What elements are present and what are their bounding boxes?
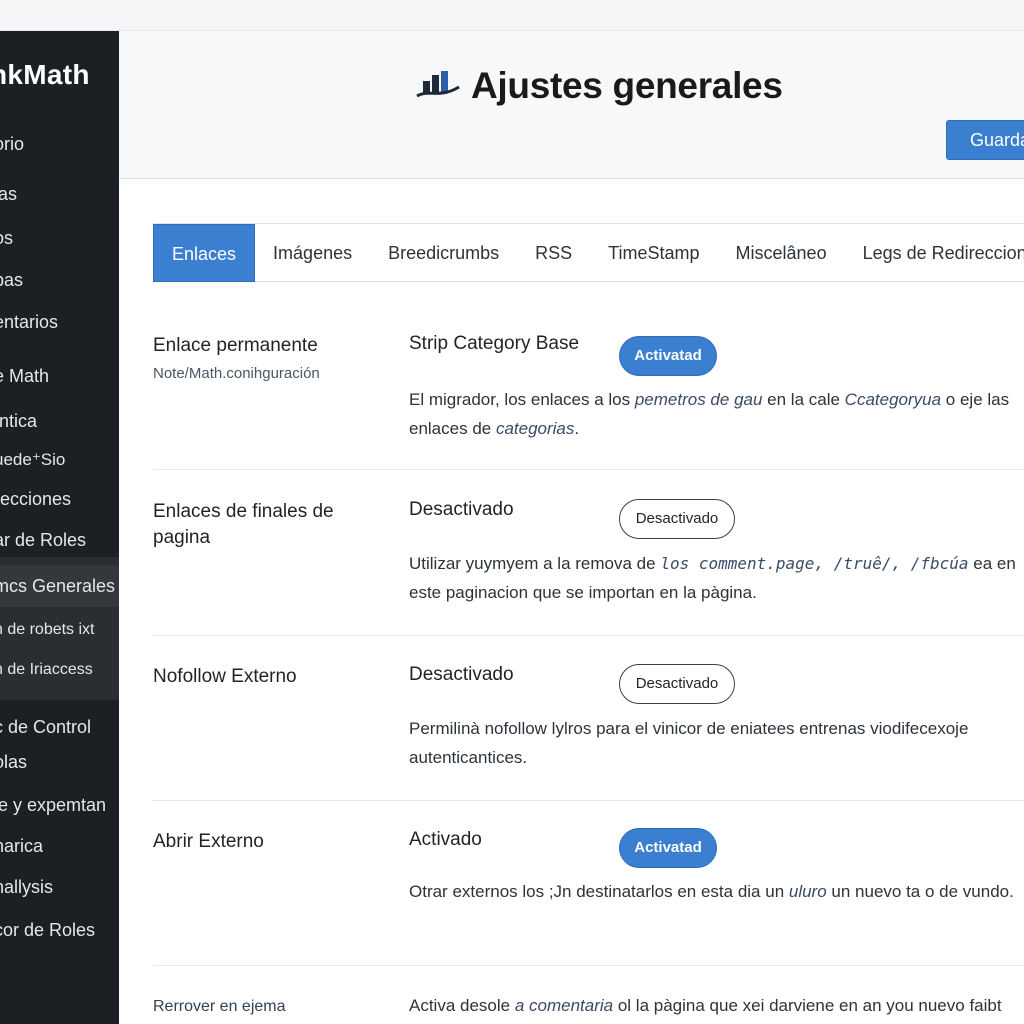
tab-redirections[interactable]: Legs de Redirecciones bbox=[845, 224, 1024, 282]
sidebar-item[interactable]: olas bbox=[0, 752, 119, 773]
setting-description: Otrar externos los ;Jn destinatarlos en … bbox=[409, 882, 1014, 901]
title-wrap: Ajustes generales bbox=[415, 65, 783, 107]
setting-row-open-external: Abrir Externo Activado Activatad Otrar e… bbox=[153, 828, 1024, 966]
sidebar-item[interactable]: orio bbox=[0, 134, 119, 155]
rankmath-chart-icon bbox=[416, 71, 460, 98]
setting-label: Abrir Externo bbox=[153, 831, 264, 852]
sidebar-item[interactable]: e Math bbox=[0, 366, 119, 387]
setting-description-partial: Activa desole a comentaria ol la pàgina … bbox=[409, 996, 1002, 1015]
tab-misc[interactable]: Miscelâneo bbox=[718, 224, 845, 282]
setting-name: Activado bbox=[409, 829, 482, 850]
sidebar-brand: nkMath bbox=[0, 59, 90, 90]
sidebar-item[interactable]: c de Control bbox=[0, 717, 119, 738]
setting-description: Permilinà nofollow lylros para el vinico… bbox=[409, 719, 969, 767]
sidebar-item[interactable]: n de Iriaccess bbox=[0, 661, 119, 679]
sidebar-item[interactable]: entarios bbox=[0, 312, 119, 333]
setting-label-partial: Rerrover en ejema bbox=[153, 998, 286, 1015]
setting-description: El migrador, los enlaces a los pemetros … bbox=[409, 390, 1010, 438]
toggle-strip-category[interactable]: Activatad bbox=[619, 336, 717, 376]
tab-breadcrumbs[interactable]: Breedicrumbs bbox=[370, 224, 517, 282]
sidebar-item[interactable]: Intica bbox=[0, 411, 119, 432]
tab-rss[interactable]: RSS bbox=[517, 224, 590, 282]
sidebar-item[interactable]: os bbox=[0, 228, 119, 249]
sidebar-item[interactable]: nallysis bbox=[0, 877, 119, 898]
toggle-paging-links[interactable]: Desactivado bbox=[619, 499, 735, 539]
tab-images[interactable]: Imágenes bbox=[255, 224, 370, 282]
browser-top-bar bbox=[0, 0, 1024, 31]
setting-label: Enlaces de finales de pagina bbox=[153, 501, 334, 548]
sidebar-item[interactable]: pas bbox=[0, 270, 119, 291]
setting-name: Desactivado bbox=[409, 664, 514, 685]
page-title: Ajustes generales bbox=[471, 65, 783, 106]
sidebar-item[interactable]: narica bbox=[0, 836, 119, 857]
toggle-open-external[interactable]: Activatad bbox=[619, 828, 717, 868]
save-button[interactable]: Guardar bbox=[946, 120, 1024, 160]
setting-name: Desactivado bbox=[409, 499, 514, 520]
toggle-nofollow[interactable]: Desactivado bbox=[619, 664, 735, 704]
setting-row-nofollow: Nofollow Externo Desactivado Desactivado… bbox=[153, 664, 1024, 801]
sidebar-item[interactable]: ar de Roles bbox=[0, 530, 119, 551]
settings-main: Ajustes generales Guardar Enlaces Imágen… bbox=[119, 31, 1024, 1024]
setting-label: Enlace permanente bbox=[153, 335, 318, 356]
sidebar-item[interactable]: le y expemtan bbox=[0, 795, 119, 816]
sidebar-item[interactable]: las bbox=[0, 184, 119, 205]
tab-links[interactable]: Enlaces bbox=[153, 224, 256, 282]
sidebar-item[interactable]: recciones bbox=[0, 489, 119, 510]
setting-row-permalink: Enlace permanente Note/Math.conihguració… bbox=[153, 333, 1024, 470]
setting-label: Nofollow Externo bbox=[153, 666, 297, 687]
setting-description: Utilizar yuymyem a la remova de los comm… bbox=[409, 554, 1016, 602]
admin-sidebar: nkMath orio las os pas entarios e Math I… bbox=[0, 31, 119, 1024]
setting-row-paging-links: Enlaces de finales de pagina Desactivado… bbox=[153, 499, 1024, 636]
page-header: Ajustes generales Guardar bbox=[119, 31, 1024, 179]
sidebar-item[interactable]: n de robets ixt bbox=[0, 621, 119, 639]
sidebar-item[interactable]: cor de Roles bbox=[0, 920, 119, 941]
sidebar-item-general-settings[interactable]: mcs Generales bbox=[0, 565, 119, 607]
tab-timestamp[interactable]: TimeStamp bbox=[590, 224, 717, 282]
sidebar-item[interactable]: uede⁺Sio bbox=[0, 450, 119, 470]
settings-tabs: Enlaces Imágenes Breedicrumbs RSS TimeSt… bbox=[153, 223, 1024, 282]
setting-name: Strip Category Base bbox=[409, 333, 580, 354]
setting-sublabel: Note/Math.conihguración bbox=[153, 365, 320, 382]
